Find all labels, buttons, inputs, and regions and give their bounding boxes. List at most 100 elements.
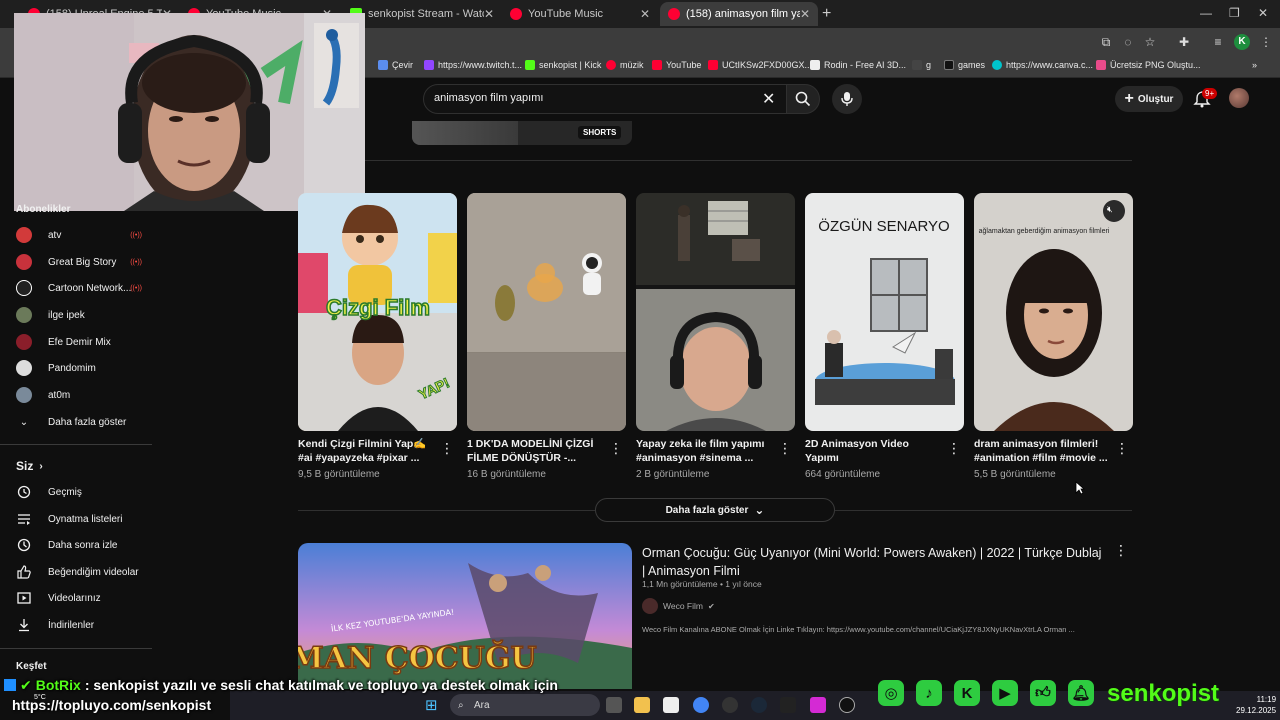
sidebar-item-great-big-story[interactable]: Great Big Story ((•)): [16, 252, 146, 272]
sidebar-item-watch-later[interactable]: Daha sonra izle: [16, 535, 146, 555]
close-icon[interactable]: ✕: [640, 7, 650, 21]
close-icon[interactable]: ✕: [800, 7, 810, 21]
bookmark-item[interactable]: YouTube: [652, 60, 701, 70]
short-overlay-text: Çizgi Film: [326, 295, 430, 320]
section-divider: [835, 510, 1132, 511]
section-divider: [298, 510, 595, 511]
chevron-down-icon: ⌄: [19, 416, 29, 428]
bookmark-item[interactable]: UCtIKSw2FXD00GX...: [708, 60, 812, 70]
close-icon[interactable]: ✕: [484, 7, 494, 21]
more-options-icon[interactable]: ⋮: [1115, 441, 1129, 455]
download-icon: [16, 617, 32, 633]
short-thumbnail-4[interactable]: ÖZGÜN SENARYO: [805, 193, 964, 431]
bookmark-item[interactable]: https://www.twitch.t...: [424, 60, 522, 70]
bookmark-item[interactable]: Rodin - Free AI 3D...: [810, 60, 906, 70]
sidebar-item-your-videos[interactable]: Videolarınız: [16, 588, 146, 608]
more-options-icon[interactable]: ⋮: [1114, 543, 1128, 557]
cast-icon[interactable]: ⧉: [1098, 34, 1114, 50]
sidebar-item-pandomim[interactable]: Pandomim: [16, 358, 146, 378]
windows-start-icon[interactable]: ⊞: [425, 696, 438, 714]
video-title[interactable]: Orman Çocuğu: Güç Uyanıyor (Mini World: …: [642, 544, 1102, 580]
short-views-1: 9,5 B görüntüleme: [298, 469, 380, 480]
search-icon: ⌕: [458, 699, 464, 711]
short-thumbnail-2[interactable]: [467, 193, 626, 431]
clear-search-icon[interactable]: ✕: [762, 89, 775, 109]
bookmark-item[interactable]: g: [912, 60, 931, 70]
social-icons-overlay: ◎ ♪ K ▶ 👍︎ 🔔︎: [878, 680, 1094, 706]
search-button[interactable]: [786, 84, 820, 114]
sidebar-divider: [0, 648, 152, 649]
bookmark-item[interactable]: Ücretsiz PNG Oluştu...: [1096, 60, 1201, 70]
tab-youtube-music-2[interactable]: YouTube Music ✕: [502, 2, 658, 26]
maximize-icon[interactable]: ❐: [1229, 6, 1240, 20]
thumbnail-title-text: ORMAN ÇOCUĞU: [298, 640, 537, 676]
sidebar-item-at0m[interactable]: at0m: [16, 385, 146, 405]
media-icon[interactable]: ≡: [1210, 34, 1226, 50]
video-channel[interactable]: Weco Film ✔︎: [642, 598, 715, 614]
minimize-icon[interactable]: —: [1200, 6, 1212, 20]
more-options-icon[interactable]: ⋮: [947, 441, 961, 455]
avatar[interactable]: [1229, 88, 1249, 108]
instagram-icon: ◎: [878, 680, 904, 706]
bookmark-item[interactable]: senkopist | Kick: [525, 60, 601, 70]
sidebar-you-header[interactable]: Siz ›: [16, 459, 43, 473]
menu-icon[interactable]: ⋮: [1258, 34, 1274, 50]
tab-kick-stream[interactable]: senkopist Stream - Watch Live ✕: [342, 2, 502, 26]
mouse-cursor-icon: [1075, 481, 1085, 495]
more-options-icon[interactable]: ⋮: [609, 441, 623, 455]
voice-search-button[interactable]: [832, 84, 862, 114]
youtube-icon: [708, 60, 718, 70]
sidebar-item-liked-videos[interactable]: Beğendiğim videolar: [16, 562, 146, 582]
eye-off-icon[interactable]: ◌: [1120, 34, 1136, 50]
create-button[interactable]: + Oluştur: [1115, 86, 1183, 112]
plus-icon: +: [1124, 90, 1134, 107]
short-title-2[interactable]: 1 DK'DA MODELİNİ ÇİZGİ FİLME DÖNÜŞTÜR -.…: [467, 437, 603, 465]
more-options-icon[interactable]: ⋮: [440, 441, 454, 455]
more-options-icon[interactable]: ⋮: [778, 441, 792, 455]
new-tab-icon[interactable]: +: [822, 5, 831, 23]
sidebar-item-downloads[interactable]: İndirilenler: [16, 615, 146, 635]
unreal-engine-icon[interactable]: [839, 697, 855, 713]
show-more-shorts-button[interactable]: Daha fazla göster ⌄: [595, 498, 835, 522]
app-icon[interactable]: [810, 697, 826, 713]
short-thumbnail-5[interactable]: ağlamaktan geberdiğim animasyon filmleri…: [974, 193, 1133, 431]
video-thumbnail[interactable]: İLK KEZ YOUTUBE'DA YAYINDA! ORMAN ÇOCUĞU: [298, 543, 632, 689]
sidebar-item-cartoon-network[interactable]: Cartoon Network... ((•)): [16, 278, 146, 298]
short-thumbnail-1[interactable]: Çizgi Film YAP!: [298, 193, 457, 431]
steam-icon[interactable]: [751, 697, 767, 713]
bookmark-item[interactable]: games: [944, 60, 985, 70]
bookmark-item[interactable]: müzik: [606, 60, 644, 70]
bookmarks-overflow-icon[interactable]: »: [1252, 60, 1257, 70]
taskbar-search-input[interactable]: ⌕ Ara: [450, 694, 600, 716]
store-icon[interactable]: [663, 697, 679, 713]
bookmark-item[interactable]: https://www.canva.c...: [992, 60, 1093, 70]
live-icon: ((•)): [130, 258, 142, 266]
file-explorer-icon[interactable]: [634, 697, 650, 713]
sidebar-item-playlists[interactable]: Oynatma listeleri: [16, 509, 146, 529]
obs-icon[interactable]: [722, 697, 738, 713]
short-views-3: 2 B görüntüleme: [636, 469, 710, 480]
close-window-icon[interactable]: ✕: [1258, 6, 1268, 20]
webcam-overlay: [14, 13, 365, 211]
short-title-5[interactable]: dram animasyon filmleri! #animation #fil…: [974, 437, 1110, 465]
short-title-4[interactable]: 2D Animasyon Video Yapımı: [805, 437, 941, 465]
sidebar-item-ilge-ipek[interactable]: ilge ipek: [16, 305, 146, 325]
short-title-3[interactable]: Yapay zeka ile film yapımı #animasyon #s…: [636, 437, 772, 465]
sidebar-item-atv[interactable]: atv ((•)): [16, 225, 146, 245]
browser-profile-avatar[interactable]: K: [1234, 34, 1250, 50]
avatar: [16, 360, 32, 376]
system-clock[interactable]: 11:19 29.12.2025: [1236, 694, 1276, 716]
short-thumbnail-3[interactable]: [636, 193, 795, 431]
bookmark-item[interactable]: Çevir: [378, 60, 413, 70]
epic-games-icon[interactable]: [780, 697, 796, 713]
chrome-icon[interactable]: [693, 697, 709, 713]
sidebar-item-efe-demir-mix[interactable]: Efe Demir Mix: [16, 332, 146, 352]
tab-animasyon-active[interactable]: (158) animasyon film yapımı - Y ✕: [660, 2, 818, 26]
extensions-icon[interactable]: ✚: [1176, 34, 1192, 50]
short-title-1[interactable]: Kendi Çizgi Filmini Yap✍️ #ai #yapayzeka…: [298, 437, 434, 465]
sidebar-show-more[interactable]: ⌄ Daha fazla göster: [16, 412, 146, 432]
sidebar-item-history[interactable]: Geçmiş: [16, 482, 146, 502]
star-icon[interactable]: ☆: [1142, 34, 1158, 50]
mute-icon[interactable]: 🔇︎: [1107, 204, 1113, 215]
task-view-icon[interactable]: [606, 697, 622, 713]
